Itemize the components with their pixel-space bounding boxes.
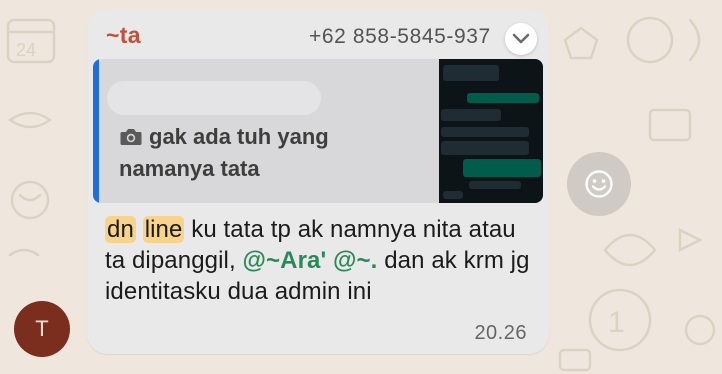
- message-text: dn line ku tata tp ak namnya nita atau t…: [105, 214, 535, 307]
- quoted-image-thumbnail[interactable]: [439, 59, 543, 203]
- message-timestamp: 20.26: [474, 322, 527, 344]
- sender-phone: +62 858-5845-937: [309, 25, 491, 48]
- quoted-text-block: gak ada tuh yang namanya tata: [119, 121, 399, 185]
- quoted-author-redacted: [107, 81, 321, 115]
- highlight-word: dn: [105, 216, 136, 243]
- smiley-icon: [585, 170, 613, 198]
- avatar-initial: T: [35, 316, 49, 341]
- mention-link[interactable]: @~.: [333, 247, 377, 274]
- highlight-word: line: [142, 216, 185, 243]
- chevron-down-icon: [512, 33, 530, 44]
- camera-icon: [120, 129, 142, 145]
- svg-text:1: 1: [608, 306, 625, 339]
- mention-link[interactable]: @~Ara': [243, 247, 327, 274]
- sender-name[interactable]: ~ta: [106, 22, 141, 49]
- quote-accent-bar: [93, 59, 99, 203]
- message-menu-button[interactable]: [505, 23, 537, 55]
- sender-avatar[interactable]: T: [14, 301, 70, 357]
- reaction-button[interactable]: [567, 152, 631, 216]
- svg-text:24: 24: [16, 40, 36, 60]
- message-bubble[interactable]: ~ta +62 858-5845-937 gak ada tuh yang na…: [87, 9, 549, 354]
- quoted-text: gak ada tuh yang namanya tata: [119, 124, 329, 181]
- quoted-message[interactable]: gak ada tuh yang namanya tata: [93, 59, 543, 203]
